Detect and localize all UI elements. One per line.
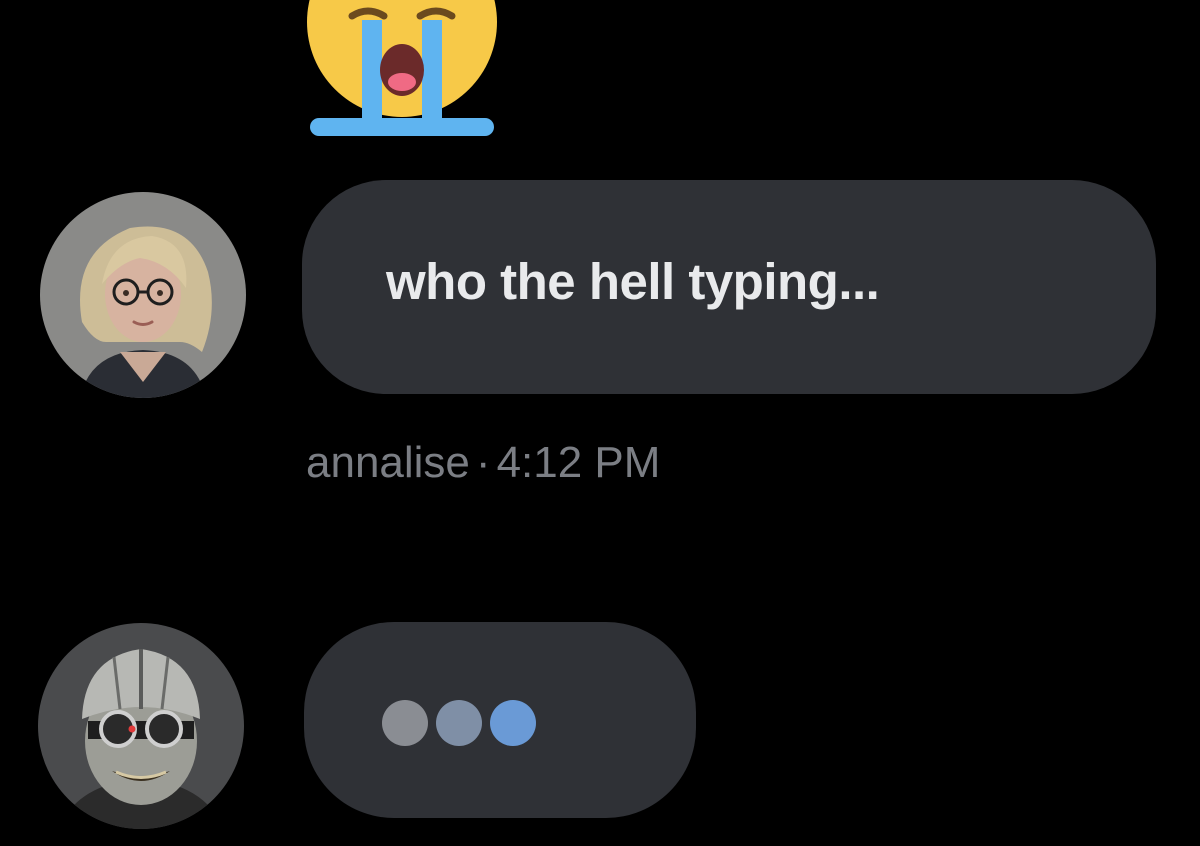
message-time: 4:12 PM bbox=[496, 438, 661, 487]
meta-separator: · bbox=[475, 438, 491, 487]
masked-figure-avatar-icon[interactable] bbox=[38, 623, 244, 829]
woman-with-glasses-avatar-icon[interactable] bbox=[40, 192, 246, 398]
message-meta: annalise · 4:12 PM bbox=[306, 438, 660, 488]
typing-dots bbox=[382, 700, 536, 746]
message-author[interactable]: annalise bbox=[306, 438, 470, 487]
message-text: who the hell typing... bbox=[386, 253, 880, 310]
typing-dot-icon bbox=[382, 700, 428, 746]
typing-indicator-bubble bbox=[304, 622, 696, 818]
crying-face-emoji-icon bbox=[302, 0, 502, 140]
message-bubble[interactable]: who the hell typing... bbox=[302, 180, 1156, 394]
typing-dot-icon bbox=[490, 700, 536, 746]
typing-dot-icon bbox=[436, 700, 482, 746]
